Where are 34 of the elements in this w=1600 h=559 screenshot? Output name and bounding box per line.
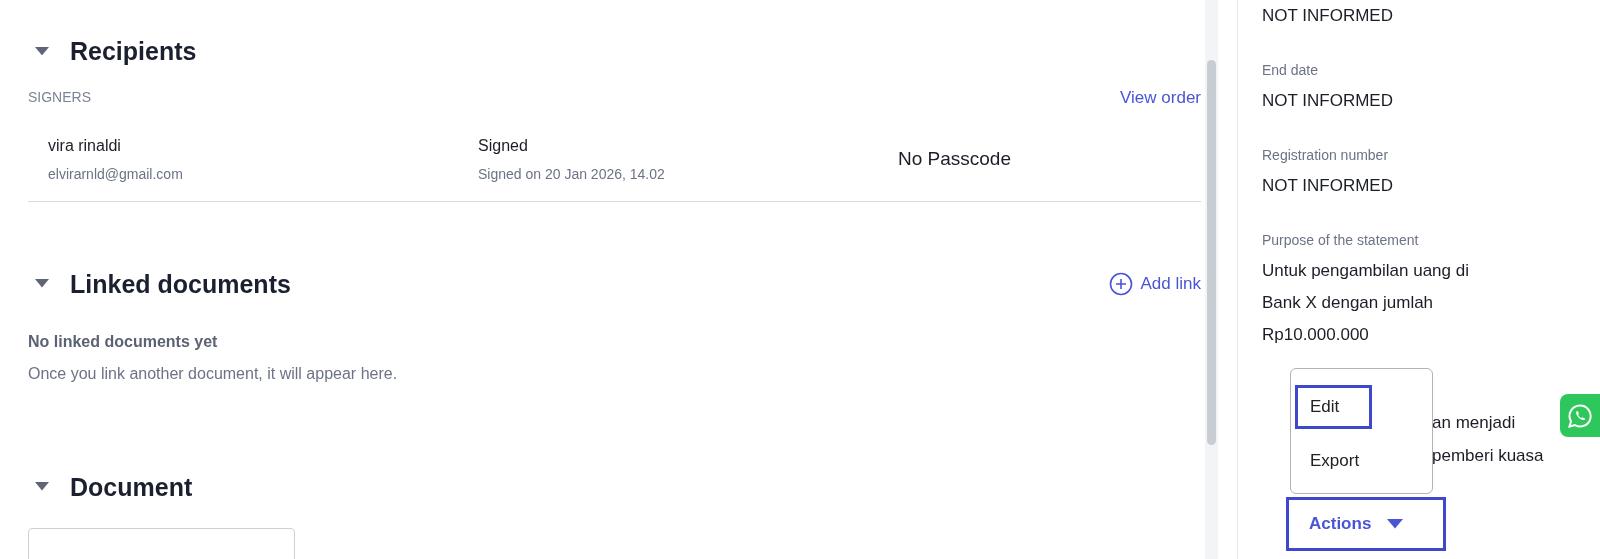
passcode-status: No Passcode (898, 146, 1011, 171)
field-label: End date (1262, 61, 1320, 80)
field-label: Registration number (1262, 146, 1390, 165)
signed-date: Signed on 20 Jan 2026, 14.02 (478, 164, 666, 184)
signature-status: Signed (478, 135, 529, 156)
add-link[interactable]: Add link (1108, 270, 1201, 297)
field-value: NOT INFORMED (1262, 175, 1394, 197)
caret-icon[interactable] (35, 46, 49, 56)
field-value: Untuk pengambilan uang di (1262, 260, 1470, 282)
field-value: an menjadi (1432, 412, 1516, 434)
signer-name: vira rinaldi (48, 135, 122, 156)
plus-circle-icon (1108, 271, 1133, 296)
signer-email: elvirarnld@gmail.com (48, 164, 184, 184)
caret-icon[interactable] (35, 482, 49, 491)
section-title: Recipients (70, 36, 197, 66)
field-value: pemberi kuasa (1432, 445, 1544, 467)
field-value: NOT INFORMED (1262, 5, 1394, 27)
section-title: Document (70, 471, 193, 502)
chat-icon (1567, 402, 1593, 429)
section-title: Linked documents (70, 268, 291, 299)
scrollbar-thumb[interactable] (1207, 60, 1216, 445)
empty-title: No linked documents yet (28, 331, 219, 352)
view-order-link[interactable]: View order (1120, 85, 1201, 111)
menu-item[interactable]: Edit (1295, 385, 1372, 429)
field-label: Purpose of the statement (1262, 231, 1420, 250)
caret-icon (1387, 519, 1404, 529)
field-value: Rp10.000.000 (1262, 324, 1370, 346)
empty-message: Once you link another document, it will appear here. (28, 363, 399, 384)
field-value: Bank X dengan jumlah (1262, 292, 1435, 314)
actions-button[interactable]: Actions (1286, 497, 1446, 551)
group-label: SIGNERS (28, 88, 91, 108)
caret-icon[interactable] (35, 279, 49, 288)
field-value: NOT INFORMED (1262, 90, 1394, 112)
menu-item[interactable]: Export (1295, 438, 1372, 482)
